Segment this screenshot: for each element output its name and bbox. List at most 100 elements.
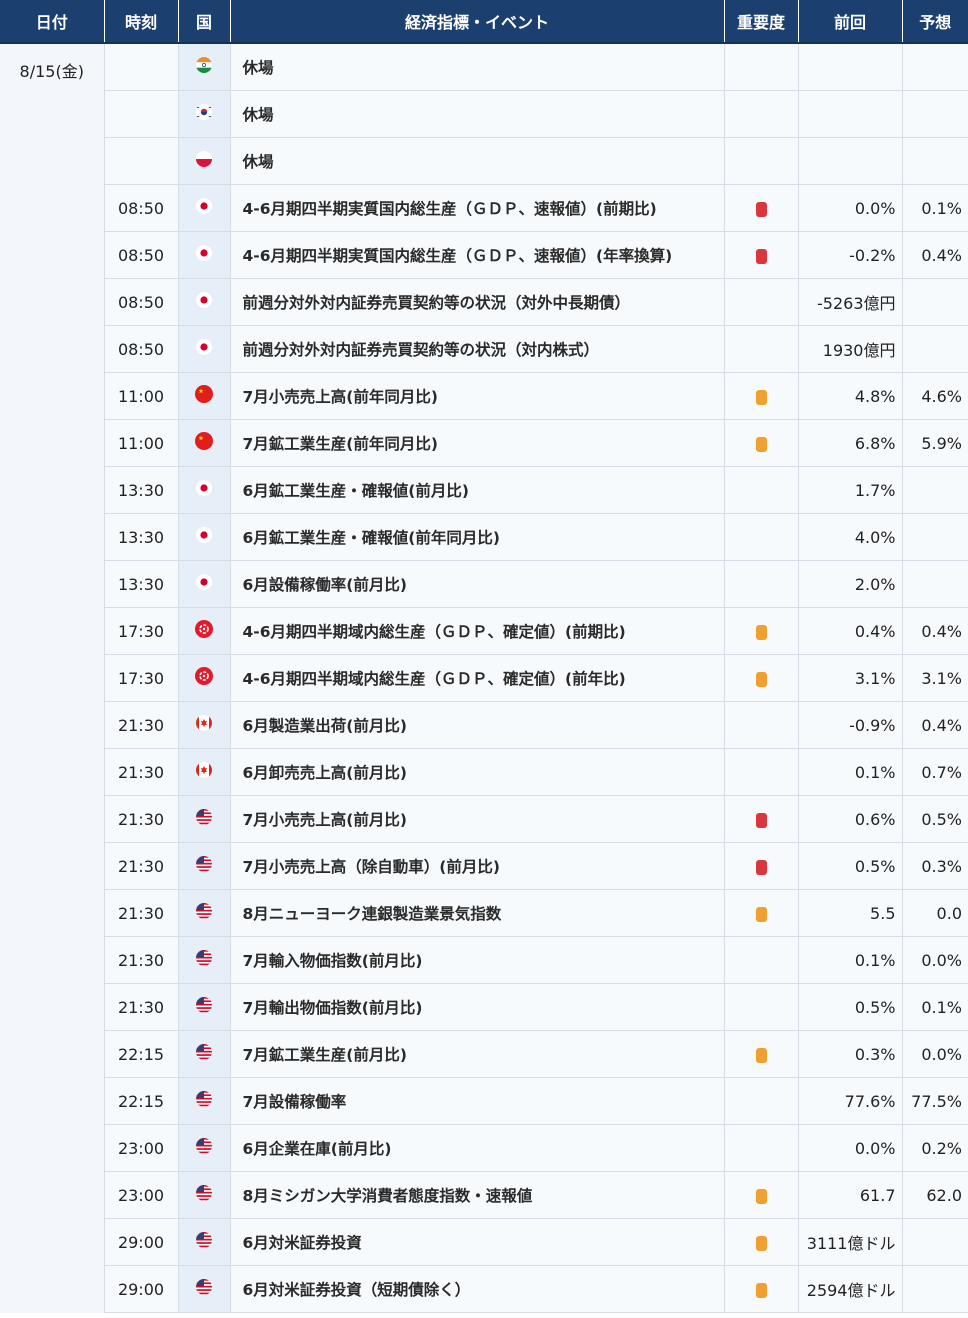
event-cell[interactable]: 6月企業在庫(前月比) [230,1124,725,1172]
event-cell[interactable]: 前週分対外対内証券売買契約等の状況（対内株式） [230,325,725,373]
forecast-cell [902,325,968,373]
event-cell[interactable]: 7月輸入物価指数(前月比) [230,936,725,984]
previous-cell: 2.0% [798,560,903,608]
table-row[interactable]: 21:30 7月輸入物価指数(前月比) 0.1% 0.0% [0,936,968,984]
header-forecast[interactable]: 予想 [902,0,968,44]
forecast-cell: 3.1% [902,654,968,702]
event-cell[interactable]: 7月小売売上高(前月比) [230,795,725,843]
importance-cell [724,795,799,843]
table-row[interactable]: 22:15 7月鉱工業生産(前月比) 0.3% 0.0% [0,1030,968,1078]
previous-cell: 0.5% [798,842,903,890]
table-row[interactable]: 13:30 6月鉱工業生産・確報値(前月比) 1.7% [0,466,968,514]
event-cell[interactable]: 休場 [230,43,725,91]
table-row[interactable]: 17:30 4-6月期四半期域内総生産（ＧＤＰ、確定値）(前年比) 3.1% 3.1% [0,654,968,702]
previous-cell: -0.9% [798,701,903,749]
previous-cell: 0.1% [798,936,903,984]
event-cell[interactable]: 7月小売売上高(前年同月比) [230,372,725,420]
table-row[interactable]: 08:50 4-6月期四半期実質国内総生産（ＧＤＰ、速報値）(前期比) 0.0% 0.… [0,184,968,232]
japan-flag-icon [194,337,214,361]
event-cell[interactable]: 7月鉱工業生産(前月比) [230,1030,725,1078]
table-row[interactable]: 21:30 7月小売売上高(前月比) 0.6% 0.5% [0,795,968,843]
table-row[interactable]: 23:00 6月企業在庫(前月比) 0.0% 0.2% [0,1124,968,1172]
event-cell[interactable]: 4-6月期四半期実質国内総生産（ＧＤＰ、速報値）(前期比) [230,184,725,232]
table-row[interactable]: 08:50 4-6月期四半期実質国内総生産（ＧＤＰ、速報値）(年率換算) -0.2%… [0,231,968,279]
previous-cell: -5263億円 [798,278,903,326]
importance-cell [724,278,799,326]
event-cell[interactable]: 6月対米証券投資（短期債除く） [230,1265,725,1313]
forecast-cell: 0.1% [902,184,968,232]
table-row[interactable]: 23:00 8月ミシガン大学消費者態度指数・速報値 61.7 62.0 [0,1171,968,1219]
importance-cell [724,419,799,467]
header-event[interactable]: 経済指標・イベント [230,0,725,44]
table-row[interactable]: 13:30 6月設備稼働率(前月比) 2.0% [0,560,968,608]
table-row[interactable]: 08:50 前週分対外対内証券売買契約等の状況（対内株式） 1930億円 [0,325,968,373]
event-cell[interactable]: 8月ミシガン大学消費者態度指数・速報値 [230,1171,725,1219]
previous-cell: 0.1% [798,748,903,796]
time-cell: 13:30 [104,560,179,608]
previous-cell [798,90,903,138]
event-cell[interactable]: 4-6月期四半期域内総生産（ＧＤＰ、確定値）(前年比) [230,654,725,702]
previous-cell: 0.6% [798,795,903,843]
country-cell [178,795,231,843]
event-cell[interactable]: 6月対米証券投資 [230,1218,725,1266]
event-cell[interactable]: 7月鉱工業生産(前年同月比) [230,419,725,467]
table-row[interactable]: 11:00 7月鉱工業生産(前年同月比) 6.8% 5.9% [0,419,968,467]
event-cell[interactable]: 6月鉱工業生産・確報値(前年同月比) [230,513,725,561]
importance-high-icon [755,248,767,264]
event-cell[interactable]: 7月輸出物価指数(前月比) [230,983,725,1031]
time-cell: 23:00 [104,1124,179,1172]
importance-cell [724,43,799,91]
header-date[interactable]: 日付 [0,0,105,44]
header-importance[interactable]: 重要度 [724,0,799,44]
table-row[interactable]: 21:30 8月ニューヨーク連銀製造業景気指数 5.5 0.0 [0,889,968,937]
forecast-cell [902,1265,968,1313]
forecast-cell: 0.4% [902,607,968,655]
table-row[interactable]: 13:30 6月鉱工業生産・確報値(前年同月比) 4.0% [0,513,968,561]
event-cell[interactable]: 休場 [230,90,725,138]
header-previous[interactable]: 前回 [798,0,903,44]
event-cell[interactable]: 前週分対外対内証券売買契約等の状況（対外中長期債） [230,278,725,326]
importance-high-icon [755,859,767,875]
table-row[interactable]: 休場 [0,90,968,138]
event-cell[interactable]: 7月設備稼働率 [230,1077,725,1125]
country-cell [178,701,231,749]
event-cell[interactable]: 4-6月期四半期域内総生産（ＧＤＰ、確定値）(前期比) [230,607,725,655]
event-cell[interactable]: 6月製造業出荷(前月比) [230,701,725,749]
header-country[interactable]: 国 [178,0,231,44]
event-cell[interactable]: 6月鉱工業生産・確報値(前月比) [230,466,725,514]
previous-cell: 4.0% [798,513,903,561]
country-cell [178,1218,231,1266]
country-cell [178,419,231,467]
table-row[interactable]: 休場 [0,137,968,185]
table-row[interactable]: 21:30 7月小売売上高（除自動車）(前月比) 0.5% 0.3% [0,842,968,890]
time-cell: 21:30 [104,983,179,1031]
table-row[interactable]: 29:00 6月対米証券投資 3111億ドル [0,1218,968,1266]
country-cell [178,560,231,608]
forecast-cell: 62.0 [902,1171,968,1219]
table-row[interactable]: 8/15(金) 休場 [0,43,968,1313]
event-cell[interactable]: 7月小売売上高（除自動車）(前月比) [230,842,725,890]
event-cell[interactable]: 8月ニューヨーク連銀製造業景気指数 [230,889,725,937]
table-row[interactable]: 29:00 6月対米証券投資（短期債除く） 2594億ドル [0,1265,968,1313]
event-cell[interactable]: 6月設備稼働率(前月比) [230,560,725,608]
table-row[interactable]: 21:30 6月製造業出荷(前月比) -0.9% 0.4% [0,701,968,749]
event-cell[interactable]: 休場 [230,137,725,185]
time-cell: 13:30 [104,513,179,561]
table-row[interactable]: 22:15 7月設備稼働率 77.6% 77.5% [0,1077,968,1125]
table-row[interactable]: 21:30 7月輸出物価指数(前月比) 0.5% 0.1% [0,983,968,1031]
importance-cell [724,607,799,655]
header-time[interactable]: 時刻 [104,0,179,44]
country-cell [178,325,231,373]
china-flag-icon [194,431,214,455]
country-cell [178,654,231,702]
country-cell [178,513,231,561]
event-cell[interactable]: 6月卸売売上高(前月比) [230,748,725,796]
table-row[interactable]: 17:30 4-6月期四半期域内総生産（ＧＤＰ、確定値）(前期比) 0.4% 0.4% [0,607,968,655]
event-cell[interactable]: 4-6月期四半期実質国内総生産（ＧＤＰ、速報値）(年率換算) [230,231,725,279]
table-row[interactable]: 11:00 7月小売売上高(前年同月比) 4.8% 4.6% [0,372,968,420]
table-row[interactable]: 08:50 前週分対外対内証券売買契約等の状況（対外中長期債） -5263億円 [0,278,968,326]
table-row[interactable]: 21:30 6月卸売売上高(前月比) 0.1% 0.7% [0,748,968,796]
forecast-cell: 0.0% [902,936,968,984]
usa-flag-icon [194,901,214,925]
country-cell [178,43,231,91]
